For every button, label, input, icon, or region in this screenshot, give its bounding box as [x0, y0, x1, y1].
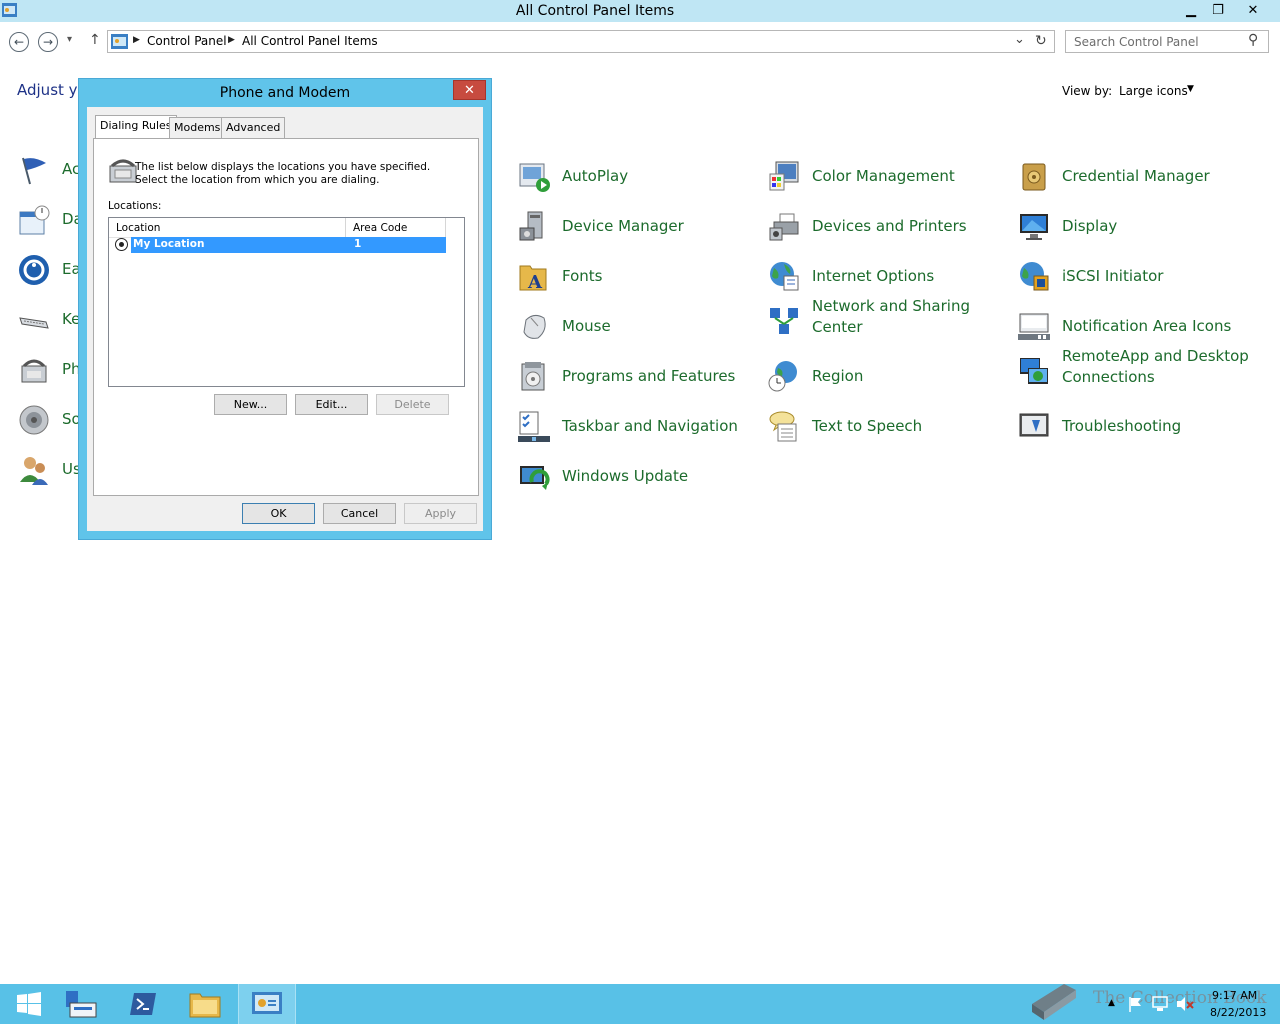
phone-modem-dialog: Phone and Modem ✕ Dialing Rules Modems A…: [78, 78, 492, 540]
cp-item-ease-of-access[interactable]: Ea: [18, 254, 82, 290]
delete-button[interactable]: Delete: [376, 394, 449, 415]
printer-icon: [769, 213, 799, 241]
network-status-icon[interactable]: [1152, 996, 1170, 1012]
default-location-radio-icon: [115, 238, 128, 251]
tab-advanced[interactable]: Advanced: [221, 117, 286, 139]
cp-item-phone-modem[interactable]: Ph: [18, 354, 82, 390]
breadcrumb-arrow-icon[interactable]: ▶: [133, 35, 140, 45]
svg-text:A: A: [527, 272, 543, 292]
ease-of-access-icon: [19, 255, 49, 285]
location-row[interactable]: My Location 1: [131, 237, 446, 253]
credential-manager-icon: [1022, 163, 1046, 191]
page-heading: Adjust yo: [17, 81, 87, 99]
network-icon: [770, 308, 798, 334]
dialog-close-button[interactable]: ✕: [453, 80, 486, 100]
control-panel-icon: [111, 34, 128, 49]
window-title: All Control Panel Items: [515, 3, 675, 19]
chevron-down-icon[interactable]: ▼: [1187, 84, 1194, 94]
autoplay-icon: [519, 163, 550, 192]
cp-item-date-time[interactable]: Da: [18, 204, 83, 240]
taskbar-powershell[interactable]: [114, 984, 172, 1024]
refresh-icon[interactable]: ↻: [1035, 33, 1047, 49]
volume-muted-icon[interactable]: [1176, 996, 1194, 1012]
tab-modems[interactable]: Modems: [169, 117, 226, 139]
search-input[interactable]: [1066, 31, 1244, 52]
windows-logo-icon: [17, 992, 41, 1016]
taskbar-control-panel[interactable]: [238, 984, 296, 1024]
back-button[interactable]: ←: [9, 32, 29, 52]
clock-time[interactable]: 9:17 AM: [1212, 989, 1257, 1002]
navigation-bar: ← → ▾ ↑ ▶ Control Panel ▶ All Control Pa…: [0, 22, 1280, 60]
device-manager-icon: [519, 211, 543, 241]
tab-dialing-rules[interactable]: Dialing Rules: [95, 115, 177, 139]
cancel-button[interactable]: Cancel: [323, 503, 396, 524]
book-logo-icon: [1032, 984, 1076, 1020]
display-icon: [1020, 214, 1048, 240]
taskbar: The Collection Book ▲ 9:17 AM 8/22/2013: [0, 984, 1280, 1024]
breadcrumb-all-items[interactable]: All Control Panel Items: [242, 34, 378, 48]
speech-icon: [769, 411, 797, 442]
iscsi-icon: [1020, 262, 1049, 291]
locations-list[interactable]: Location Area Code My Location 1: [108, 217, 465, 387]
remoteapp-icon: [1020, 358, 1048, 384]
programs-icon: [521, 362, 545, 391]
up-button[interactable]: ↑: [89, 32, 101, 48]
recent-locations-button[interactable]: ▾: [67, 34, 72, 45]
maximize-button[interactable]: ❐: [1205, 0, 1231, 20]
column-header-location[interactable]: Location: [109, 218, 346, 237]
powershell-icon: [130, 993, 156, 1015]
speaker-icon: [19, 405, 49, 435]
dialog-title: Phone and Modem: [219, 85, 351, 101]
cp-item-sound[interactable]: So: [18, 404, 82, 440]
cp-item-keyboard[interactable]: Ke: [18, 304, 82, 340]
dialog-titlebar[interactable]: Phone and Modem ✕: [79, 79, 491, 107]
view-by-dropdown[interactable]: Large icons: [1119, 84, 1188, 98]
edit-button[interactable]: Edit...: [295, 394, 368, 415]
taskbar-file-explorer[interactable]: [176, 984, 234, 1024]
breadcrumb-arrow-icon[interactable]: ▶: [228, 35, 235, 45]
calendar-icon: [19, 205, 50, 235]
mouse-icon: [523, 314, 546, 339]
keyboard-icon: [19, 317, 49, 329]
region-icon: [768, 361, 797, 392]
location-area-code: 1: [354, 238, 362, 250]
address-dropdown-icon[interactable]: ⌄: [1014, 32, 1025, 47]
flag-icon: [22, 157, 46, 185]
new-button[interactable]: New...: [214, 394, 287, 415]
action-center-flag-icon[interactable]: [1128, 996, 1142, 1012]
globe-icon: [770, 262, 799, 291]
taskbar-server-manager[interactable]: [52, 984, 110, 1024]
windows-update-icon: [520, 466, 550, 490]
show-hidden-icons-icon[interactable]: ▲: [1108, 998, 1115, 1008]
breadcrumb-control-panel[interactable]: Control Panel: [147, 34, 227, 48]
fonts-icon: A: [519, 265, 547, 292]
cp-item-user-accounts[interactable]: Us: [18, 454, 82, 490]
window-titlebar: All Control Panel Items ▁ ❐ ✕: [0, 0, 1280, 22]
ok-button[interactable]: OK: [242, 503, 315, 524]
taskbar-icon: [518, 411, 550, 442]
folder-icon: [189, 993, 221, 1018]
column-header-area-code[interactable]: Area Code: [346, 218, 446, 237]
close-button[interactable]: ✕: [1232, 0, 1274, 20]
color-management-icon: [769, 161, 799, 191]
view-by-label: View by:: [1062, 84, 1113, 98]
dialing-rules-panel: The list below displays the locations yo…: [93, 138, 479, 496]
users-icon: [20, 457, 48, 485]
phone-icon: [21, 359, 47, 383]
notification-icon: [1018, 313, 1050, 340]
control-panel-icon: [252, 992, 282, 1014]
address-bar[interactable]: ▶ Control Panel ▶ All Control Panel Item…: [107, 30, 1055, 53]
search-icon[interactable]: ⚲: [1248, 32, 1258, 48]
locations-label: Locations:: [108, 200, 162, 212]
forward-button[interactable]: →: [38, 32, 58, 52]
cp-item-action-center[interactable]: Ac: [18, 154, 82, 190]
location-name: My Location: [133, 238, 205, 250]
search-box[interactable]: ⚲: [1065, 30, 1269, 53]
clock-date[interactable]: 8/22/2013: [1210, 1006, 1266, 1019]
minimize-button[interactable]: ▁: [1178, 0, 1204, 20]
server-manager-icon: [66, 991, 97, 1018]
start-button[interactable]: [0, 984, 58, 1024]
troubleshooting-icon: [1019, 413, 1049, 437]
apply-button[interactable]: Apply: [404, 503, 477, 524]
